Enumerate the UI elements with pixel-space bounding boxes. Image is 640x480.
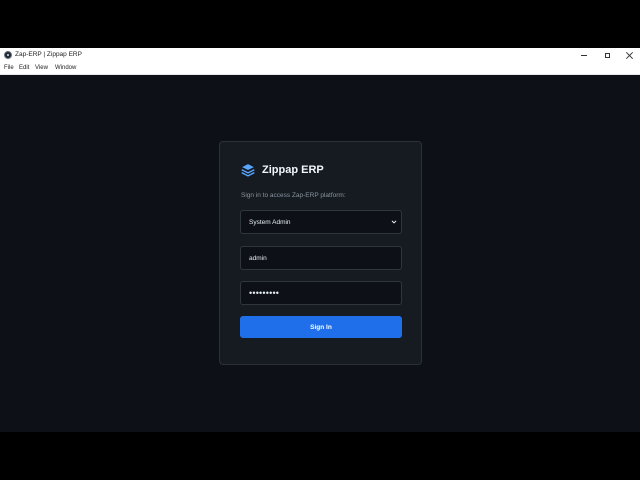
password-input[interactable]: ••••••••• [240, 281, 402, 305]
main-content: Zippap ERP Sign in to access Zap-ERP pla… [0, 75, 640, 432]
role-select-value: System Admin [249, 219, 291, 226]
close-icon [626, 52, 633, 59]
brand-name: Zippap ERP [262, 164, 324, 176]
password-value: ••••••••• [249, 288, 280, 298]
layers-icon [241, 163, 255, 177]
menu-file[interactable]: File [4, 65, 14, 72]
username-input[interactable]: admin [240, 246, 402, 270]
minimize-icon [581, 54, 587, 56]
window-title: Zap-ERP | Zippap ERP [15, 51, 82, 58]
close-button[interactable] [618, 48, 640, 62]
maximize-button[interactable] [596, 48, 618, 62]
app-window: Zap-ERP | Zippap ERP File Edit View Wind… [0, 48, 640, 432]
login-subtitle: Sign in to access Zap-ERP platform: [241, 192, 346, 199]
menu-edit[interactable]: Edit [19, 65, 29, 72]
role-select[interactable]: System Admin [240, 210, 402, 234]
menu-window[interactable]: Window [55, 65, 76, 72]
maximize-icon [604, 52, 610, 58]
username-value: admin [249, 255, 267, 262]
sign-in-button[interactable]: Sign In [240, 316, 402, 338]
brand: Zippap ERP [241, 163, 324, 177]
app-icon [4, 51, 12, 59]
menu-bar: File Edit View Window [0, 62, 640, 75]
title-bar: Zap-ERP | Zippap ERP [0, 48, 640, 62]
minimize-button[interactable] [573, 48, 595, 62]
menu-view[interactable]: View [35, 65, 48, 72]
login-card: Zippap ERP Sign in to access Zap-ERP pla… [219, 141, 422, 365]
chevron-down-icon [391, 219, 397, 227]
